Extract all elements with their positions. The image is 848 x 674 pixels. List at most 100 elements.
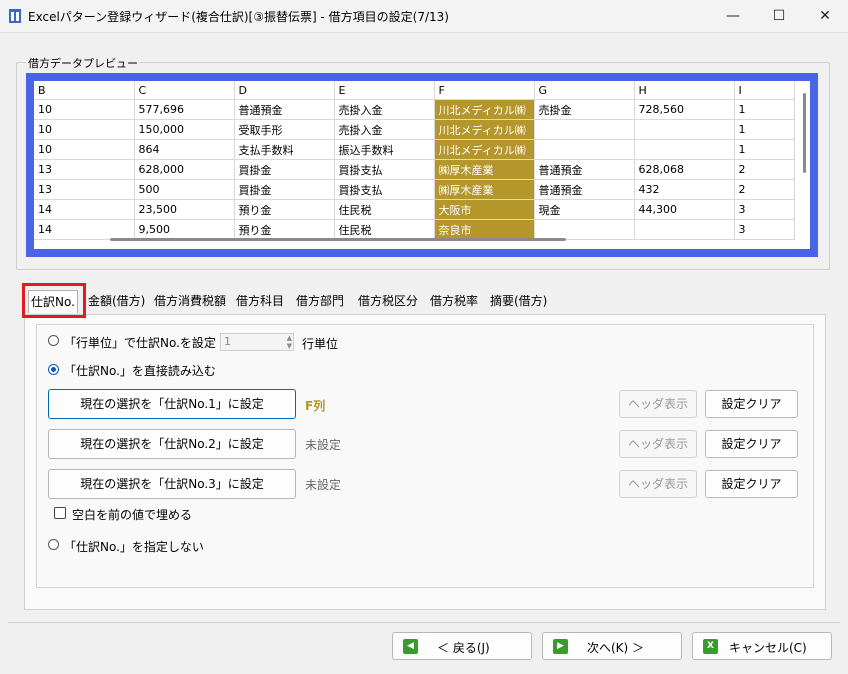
grid-cell[interactable]: 住民税 — [334, 219, 435, 240]
tab-account[interactable]: 借方科目 — [234, 290, 286, 312]
cancel-button[interactable]: X キャンセル(C) — [692, 632, 832, 660]
grid-column-header[interactable]: D — [234, 81, 335, 100]
grid-cell[interactable]: 13 — [34, 179, 135, 200]
back-button[interactable]: ◀ ＜ 戻る(J) — [392, 632, 532, 660]
table-row: 13 628,000 買掛金 買掛支払 ㈱厚木産業 普通預金 628,068 2 — [34, 159, 795, 180]
header-display-button-2[interactable]: ヘッダ表示 — [619, 430, 697, 458]
grid-cell[interactable]: 川北メディカル㈱ — [434, 119, 535, 140]
grid-cell[interactable]: 2 — [734, 159, 795, 180]
grid-cell[interactable] — [534, 119, 635, 140]
grid-cell[interactable]: 44,300 — [634, 199, 735, 220]
grid-cell[interactable]: 売掛金 — [534, 99, 635, 120]
preview-table[interactable]: B C D E F G H I 10 577,696 普通預金 売掛入金 川北メディカル㈱ 売掛金 728,… — [34, 81, 795, 240]
grid-cell[interactable]: 23,500 — [134, 199, 235, 220]
grid-cell[interactable] — [634, 119, 735, 140]
grid-cell[interactable] — [634, 139, 735, 160]
grid-column-header[interactable]: F — [434, 81, 535, 100]
grid-cell[interactable] — [534, 139, 635, 160]
grid-cell[interactable]: 14 — [34, 219, 135, 240]
grid-column-header[interactable]: I — [734, 81, 795, 100]
grid-cell[interactable]: 500 — [134, 179, 235, 200]
grid-cell[interactable]: 864 — [134, 139, 235, 160]
grid-cell[interactable]: 売掛入金 — [334, 99, 435, 120]
assign-no2-button[interactable]: 現在の選択を「仕訳No.2」に設定 — [48, 429, 296, 459]
grid-cell[interactable]: 住民税 — [334, 199, 435, 220]
tab-consumption-tax[interactable]: 借方消費税額 — [152, 290, 228, 312]
grid-cell[interactable]: 628,000 — [134, 159, 235, 180]
fill-blank-checkbox[interactable] — [54, 507, 66, 519]
grid-cell[interactable]: ㈱厚木産業 — [434, 159, 535, 180]
grid-cell[interactable]: 2 — [734, 179, 795, 200]
no3-status: 未設定 — [305, 478, 342, 492]
preview-grid[interactable]: B C D E F G H I 10 577,696 普通預金 売掛入金 川北メディカル㈱ 売掛金 728,… — [34, 81, 810, 249]
grid-cell[interactable]: 買掛金 — [234, 159, 335, 180]
grid-cell[interactable]: 受取手形 — [234, 119, 335, 140]
clear-button-1[interactable]: 設定クリア — [705, 390, 798, 418]
grid-cell[interactable]: 振込手数料 — [334, 139, 435, 160]
grid-column-header[interactable]: H — [634, 81, 735, 100]
grid-cell[interactable]: 支払手数料 — [234, 139, 335, 160]
grid-cell[interactable]: 川北メディカル㈱ — [434, 99, 535, 120]
grid-cell[interactable]: 大阪市 — [434, 199, 535, 220]
grid-cell[interactable]: 150,000 — [134, 119, 235, 140]
grid-cell[interactable]: 奈良市 — [434, 219, 535, 240]
tab-amount[interactable]: 金額(借方) — [86, 290, 147, 312]
tab-tax-category[interactable]: 借方税区分 — [356, 290, 420, 312]
header-display-button-3[interactable]: ヘッダ表示 — [619, 470, 697, 498]
grid-cell[interactable]: 普通預金 — [534, 159, 635, 180]
header-display-button-1[interactable]: ヘッダ表示 — [619, 390, 697, 418]
grid-cell[interactable]: 9,500 — [134, 219, 235, 240]
grid-cell[interactable]: 買掛支払 — [334, 159, 435, 180]
grid-cell[interactable]: 13 — [34, 159, 135, 180]
grid-cell[interactable]: 買掛金 — [234, 179, 335, 200]
grid-cell[interactable]: 10 — [34, 119, 135, 140]
table-row: 10 150,000 受取手形 売掛入金 川北メディカル㈱ 1 — [34, 119, 795, 140]
grid-cell[interactable]: 預り金 — [234, 219, 335, 240]
grid-cell[interactable]: 3 — [734, 219, 795, 240]
row-unit-radio[interactable] — [48, 335, 59, 346]
title-bar: Excelパターン登録ウィザード(複合仕訳)[③振替伝票] - 借方項目の設定(… — [0, 0, 848, 33]
clear-button-2[interactable]: 設定クリア — [705, 430, 798, 458]
minimize-button[interactable]: — — [710, 0, 756, 32]
grid-cell[interactable] — [534, 219, 635, 240]
grid-column-header[interactable]: C — [134, 81, 235, 100]
grid-column-header[interactable]: G — [534, 81, 635, 100]
grid-column-header[interactable]: B — [34, 81, 135, 100]
tab-department[interactable]: 借方部門 — [294, 290, 346, 312]
table-row: 14 23,500 預り金 住民税 大阪市 現金 44,300 3 — [34, 199, 795, 220]
next-button[interactable]: ▶ 次へ(K) ＞ — [542, 632, 682, 660]
tab-tax-rate[interactable]: 借方税率 — [428, 290, 480, 312]
grid-cell[interactable]: 普通預金 — [534, 179, 635, 200]
vertical-scrollbar[interactable] — [798, 81, 810, 241]
grid-cell[interactable] — [634, 219, 735, 240]
grid-cell[interactable]: 577,696 — [134, 99, 235, 120]
grid-cell[interactable]: 1 — [734, 139, 795, 160]
tab-summary[interactable]: 摘要(借方) — [488, 290, 549, 312]
grid-cell[interactable]: ㈱厚木産業 — [434, 179, 535, 200]
horizontal-scroll-thumb[interactable] — [110, 238, 566, 241]
grid-cell[interactable]: 1 — [734, 99, 795, 120]
grid-cell[interactable]: 買掛支払 — [334, 179, 435, 200]
grid-column-header[interactable]: E — [334, 81, 435, 100]
none-radio[interactable] — [48, 539, 59, 550]
vertical-scroll-thumb[interactable] — [803, 93, 806, 173]
grid-cell[interactable]: 現金 — [534, 199, 635, 220]
grid-cell[interactable]: 売掛入金 — [334, 119, 435, 140]
grid-cell[interactable]: 432 — [634, 179, 735, 200]
grid-cell[interactable]: 普通預金 — [234, 99, 335, 120]
assign-no1-button[interactable]: 現在の選択を「仕訳No.1」に設定 — [48, 389, 296, 419]
grid-cell[interactable]: 1 — [734, 119, 795, 140]
grid-cell[interactable]: 3 — [734, 199, 795, 220]
grid-cell[interactable]: 10 — [34, 99, 135, 120]
grid-cell[interactable]: 628,068 — [634, 159, 735, 180]
direct-radio[interactable] — [48, 364, 59, 375]
grid-cell[interactable]: 728,560 — [634, 99, 735, 120]
grid-cell[interactable]: 10 — [34, 139, 135, 160]
grid-cell[interactable]: 川北メディカル㈱ — [434, 139, 535, 160]
maximize-button[interactable]: ☐ — [756, 0, 802, 32]
assign-no3-button[interactable]: 現在の選択を「仕訳No.3」に設定 — [48, 469, 296, 499]
grid-cell[interactable]: 14 — [34, 199, 135, 220]
close-button[interactable]: ✕ — [802, 0, 848, 32]
clear-button-3[interactable]: 設定クリア — [705, 470, 798, 498]
grid-cell[interactable]: 預り金 — [234, 199, 335, 220]
